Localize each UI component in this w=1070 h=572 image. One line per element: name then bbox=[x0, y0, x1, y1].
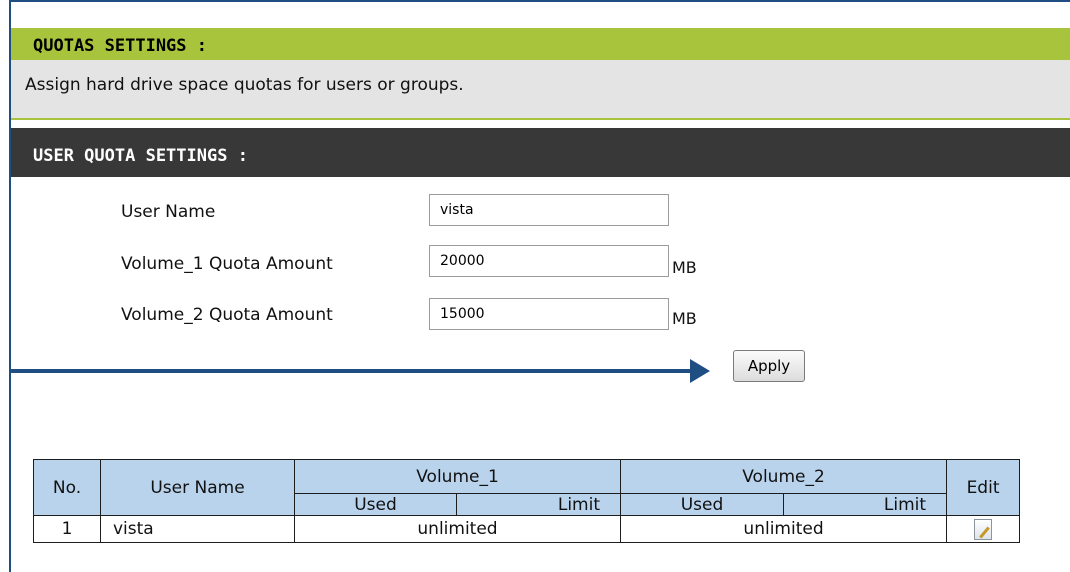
callout-arrow-icon bbox=[690, 359, 710, 383]
row-volume1-quota: unlimited bbox=[293, 515, 622, 543]
callout-arrow-line bbox=[11, 369, 694, 373]
col-header-volume1: Volume_1 bbox=[293, 459, 622, 494]
row-volume2-quota: unlimited bbox=[620, 515, 948, 543]
quotas-settings-title: QUOTAS SETTINGS : bbox=[33, 36, 207, 56]
quotas-description-row: Assign hard drive space quotas for users… bbox=[11, 60, 1070, 120]
col-header-volume1-limit: Limit bbox=[455, 493, 622, 516]
user-name-input[interactable] bbox=[429, 194, 669, 226]
row-number: 1 bbox=[33, 515, 101, 543]
user-name-label: User Name bbox=[121, 202, 216, 222]
col-header-no: No. bbox=[33, 459, 101, 516]
page-frame-top-border bbox=[9, 0, 1070, 2]
volume2-unit-label: MB bbox=[672, 309, 697, 328]
user-quota-settings-title: USER QUOTA SETTINGS : bbox=[33, 146, 248, 166]
quotas-settings-header: QUOTAS SETTINGS : bbox=[11, 28, 1070, 60]
col-header-edit: Edit bbox=[946, 459, 1021, 516]
col-header-user-name: User Name bbox=[100, 459, 295, 516]
user-quota-table: No. User Name Volume_1 Volume_2 Edit Use… bbox=[33, 459, 1021, 543]
apply-button[interactable]: Apply bbox=[733, 350, 805, 382]
edit-document-icon[interactable] bbox=[974, 518, 993, 540]
col-header-volume2-used: Used bbox=[620, 493, 785, 516]
col-header-volume1-used: Used bbox=[294, 493, 457, 516]
volume1-quota-label: Volume_1 Quota Amount bbox=[121, 254, 333, 274]
col-header-volume2: Volume_2 bbox=[620, 459, 948, 494]
volume1-quota-input[interactable] bbox=[429, 245, 669, 277]
col-header-volume2-limit: Limit bbox=[783, 493, 948, 516]
quotas-description: Assign hard drive space quotas for users… bbox=[25, 75, 464, 95]
volume1-unit-label: MB bbox=[672, 258, 697, 277]
user-quota-settings-header: USER QUOTA SETTINGS : bbox=[11, 128, 1070, 177]
row-user-name: vista bbox=[100, 515, 295, 543]
volume2-quota-input[interactable] bbox=[429, 298, 669, 330]
volume2-quota-label: Volume_2 Quota Amount bbox=[121, 305, 333, 325]
table-row: 1 vista unlimited unlimited bbox=[33, 515, 1021, 543]
row-edit-cell[interactable] bbox=[946, 515, 1021, 543]
